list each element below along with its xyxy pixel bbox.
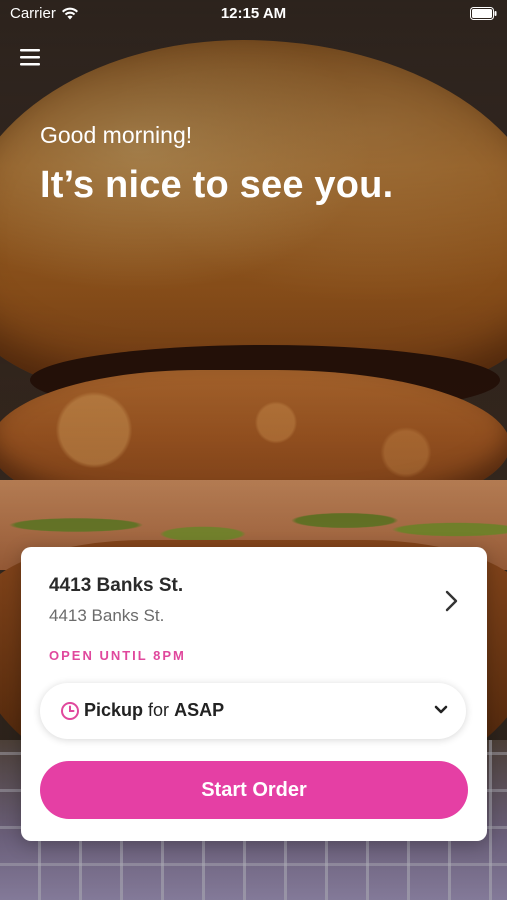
location-name: 4413 Banks St. (49, 575, 184, 596)
store-hours-label: OPEN UNTIL 8PM (49, 648, 186, 663)
location-selector[interactable]: 4413 Banks St. 4413 Banks St. (49, 575, 461, 635)
order-mode-dropdown[interactable]: Pickup for ASAP (40, 683, 466, 739)
greeting-text: Good morning! (40, 122, 193, 148)
hamburger-menu-icon[interactable] (18, 46, 44, 68)
location-address: 4413 Banks St. (49, 606, 165, 625)
order-time: ASAP (174, 700, 225, 720)
order-mode-connector: for (148, 700, 170, 720)
order-mode-text: Pickup for ASAP (84, 700, 224, 721)
battery-icon (470, 7, 497, 24)
chevron-down-icon (434, 705, 448, 714)
clock-icon (61, 702, 79, 720)
welcome-headline: It’s nice to see you. (40, 164, 394, 206)
status-time: 12:15 AM (220, 5, 287, 22)
location-card: 4413 Banks St. 4413 Banks St. OPEN UNTIL… (21, 547, 487, 841)
start-order-button[interactable]: Start Order (40, 761, 468, 819)
status-bar: Carrier 12:15 AM (0, 0, 507, 28)
order-method: Pickup (84, 700, 144, 720)
chevron-right-icon (445, 590, 458, 612)
